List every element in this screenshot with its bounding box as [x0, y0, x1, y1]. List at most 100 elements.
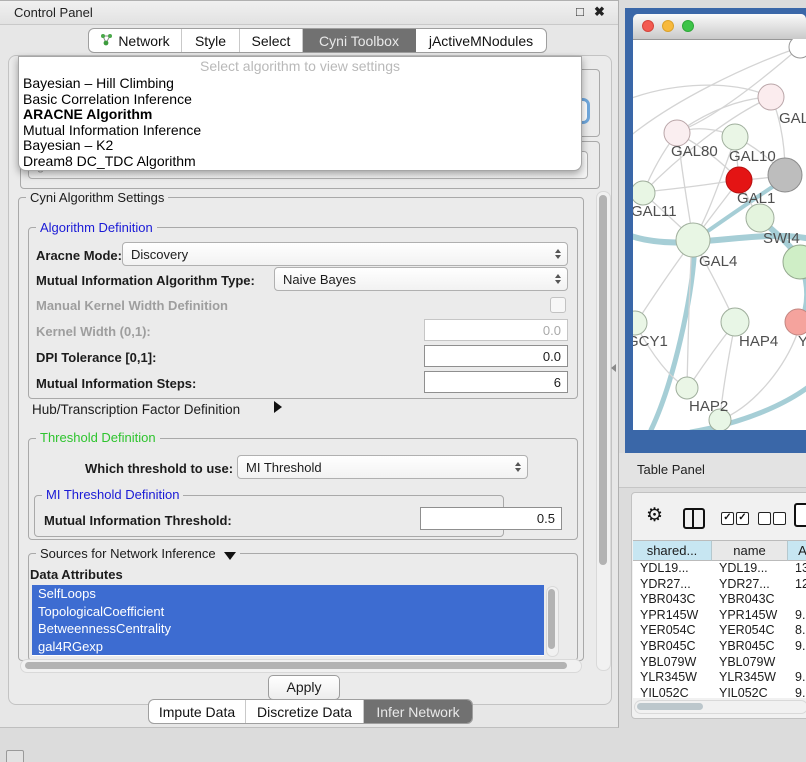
network-canvas[interactable]: GALGAL80GAL10GAL1GAL11GAL4SWI4GCY1HAP4YH…: [633, 39, 806, 430]
table-cell: 9.: [788, 686, 806, 698]
screen: Control Panel □ ✖ NetworkStyleSelectCyni…: [0, 0, 806, 762]
close-window-icon[interactable]: ✖: [594, 4, 605, 20]
table-panel-container: ⚙ ✓ ✓ shared...nameA YDL19...YDL19...13Y…: [631, 492, 806, 719]
dropdown-option-bayesian-hill-climbing[interactable]: Bayesian – Hill Climbing: [19, 76, 581, 92]
network-edge[interactable]: [677, 97, 771, 133]
settings-hscrollbar[interactable]: [20, 659, 582, 673]
tab-impute-data[interactable]: Impute Data: [149, 700, 246, 723]
mi-steps-field[interactable]: 6: [424, 371, 568, 393]
node-label-hap4: HAP4: [739, 333, 778, 350]
collapse-arrow-icon[interactable]: [224, 552, 236, 560]
attributes-scrollbar[interactable]: [546, 586, 559, 657]
attribute-item-betweennesscentrality[interactable]: BetweennessCentrality: [32, 620, 544, 638]
table-row[interactable]: YLR345WYLR345W9.: [633, 670, 806, 686]
panel-collapse-arrow-icon[interactable]: [611, 364, 616, 372]
attribute-item-topologicalcoefficient[interactable]: TopologicalCoefficient: [32, 603, 544, 621]
node-gal4[interactable]: [676, 223, 710, 257]
dpi-tolerance-field[interactable]: 0.0: [424, 345, 568, 367]
node-big-green[interactable]: [783, 245, 806, 279]
table-cell: YPR145W: [712, 608, 788, 624]
dropdown-option-dream8-dc-tdc-algorithm[interactable]: Dream8 DC_TDC Algorithm: [19, 154, 581, 170]
column-header-shared[interactable]: shared...: [633, 540, 712, 561]
tab-infer-network[interactable]: Infer Network: [364, 700, 472, 723]
column-header-name[interactable]: name: [712, 540, 788, 561]
table-row[interactable]: YDL19...YDL19...13: [633, 561, 806, 577]
node-label-gal4: GAL4: [699, 253, 737, 270]
manual-kernel-label: Manual Kernel Width Definition: [36, 298, 228, 313]
tab-select[interactable]: Select: [240, 29, 303, 52]
table-row[interactable]: YIL052CYIL052C9.: [633, 686, 806, 698]
mi-type-value: Naive Bayes: [283, 272, 356, 287]
close-light-icon[interactable]: [642, 20, 654, 32]
mi-type-combo[interactable]: Naive Bayes: [274, 267, 568, 291]
manual-kernel-checkbox[interactable]: [550, 297, 566, 313]
minimized-panel-icon[interactable]: [6, 750, 24, 762]
column-header-a[interactable]: A: [788, 540, 806, 561]
table-cell: [788, 655, 806, 671]
node-gal11[interactable]: [633, 181, 655, 205]
dropdown-option-basic-correlation-inference[interactable]: Basic Correlation Inference: [19, 92, 581, 108]
table-cell: [788, 592, 806, 608]
node-label-gal80: GAL80: [671, 143, 718, 160]
checked-checkbox-icon[interactable]: ✓: [721, 512, 734, 525]
minimize-light-icon[interactable]: [662, 20, 674, 32]
table-row[interactable]: YBL079WYBL079W: [633, 655, 806, 671]
zoom-light-icon[interactable]: [682, 20, 694, 32]
node-gal10[interactable]: [722, 124, 748, 150]
dropdown-option-aracne-algorithm[interactable]: ARACNE Algorithm: [19, 107, 581, 123]
tab-network[interactable]: Network: [89, 29, 182, 52]
tab-style[interactable]: Style: [182, 29, 240, 52]
node-salmon[interactable]: [785, 309, 806, 335]
node-gcy1[interactable]: [633, 311, 647, 335]
table-cell: YDL19...: [633, 561, 712, 577]
unchecked-checkbox-icon[interactable]: [758, 512, 771, 525]
node-gal-cut[interactable]: [758, 84, 784, 110]
table-cell: YER054C: [633, 623, 712, 639]
kernel-width-field[interactable]: 0.0: [424, 319, 568, 341]
table-hscrollbar[interactable]: [634, 700, 806, 714]
dropdown-option-bayesian-k2[interactable]: Bayesian – K2: [19, 138, 581, 154]
apply-button[interactable]: Apply: [268, 675, 340, 700]
kernel-width-label: Kernel Width (0,1):: [36, 324, 151, 339]
checked-checkbox-icon[interactable]: ✓: [736, 512, 749, 525]
node-label-gal1: GAL1: [737, 190, 775, 207]
unchecked-checkbox-icon[interactable]: [773, 512, 786, 525]
table-cell: 12: [788, 577, 806, 593]
network-edge[interactable]: [644, 180, 737, 192]
dropdown-option-mutual-information-inference[interactable]: Mutual Information Inference: [19, 123, 581, 139]
table-row[interactable]: YDR27...YDR27...12: [633, 577, 806, 593]
table-cell: YIL052C: [633, 686, 712, 698]
stepper-arrows-icon: [555, 249, 561, 259]
table-row[interactable]: YBR043CYBR043C: [633, 592, 806, 608]
table-row[interactable]: YPR145WYPR145W9.: [633, 608, 806, 624]
tab-discretize-data[interactable]: Discretize Data: [246, 700, 364, 723]
node-label-y: Y: [798, 333, 806, 350]
node-label-hap2: HAP2: [689, 398, 728, 415]
mi-threshold-field[interactable]: 0.5: [420, 507, 562, 530]
attribute-item-gal4rgexp[interactable]: gal4RGexp: [32, 638, 544, 656]
panel-icon[interactable]: [794, 503, 806, 527]
tab-cyni-toolbox[interactable]: Cyni Toolbox: [303, 29, 416, 52]
which-threshold-label: Which threshold to use:: [85, 461, 233, 476]
table-cell: 13: [788, 561, 806, 577]
hub-definition-label[interactable]: Hub/Transcription Factor Definition: [32, 402, 240, 417]
tab-jactivemnodules[interactable]: jActiveMNodules: [416, 29, 546, 52]
node-swi4[interactable]: [746, 204, 774, 232]
attribute-item-selfloops[interactable]: SelfLoops: [32, 585, 544, 603]
gear-icon[interactable]: ⚙: [646, 504, 663, 527]
table-rows: YDL19...YDL19...13YDR27...YDR27...12YBR0…: [633, 561, 806, 698]
node-hap2[interactable]: [676, 377, 698, 399]
data-attributes-list[interactable]: SelfLoopsTopologicalCoefficientBetweenne…: [32, 585, 544, 656]
aracne-mode-combo[interactable]: Discovery: [122, 242, 568, 266]
which-threshold-combo[interactable]: MI Threshold: [237, 455, 528, 479]
node-hap4[interactable]: [721, 308, 749, 336]
expand-arrow-icon[interactable]: [274, 401, 282, 413]
table-row[interactable]: YER054CYER054C8.: [633, 623, 806, 639]
split-columns-icon[interactable]: [683, 508, 705, 529]
table-cell: YDL19...: [712, 561, 788, 577]
settings-vscrollbar[interactable]: [596, 191, 611, 671]
node-top-right[interactable]: [789, 39, 806, 58]
float-window-icon[interactable]: □: [576, 4, 584, 19]
table-row[interactable]: YBR045CYBR045C9.: [633, 639, 806, 655]
network-icon: [100, 33, 113, 49]
